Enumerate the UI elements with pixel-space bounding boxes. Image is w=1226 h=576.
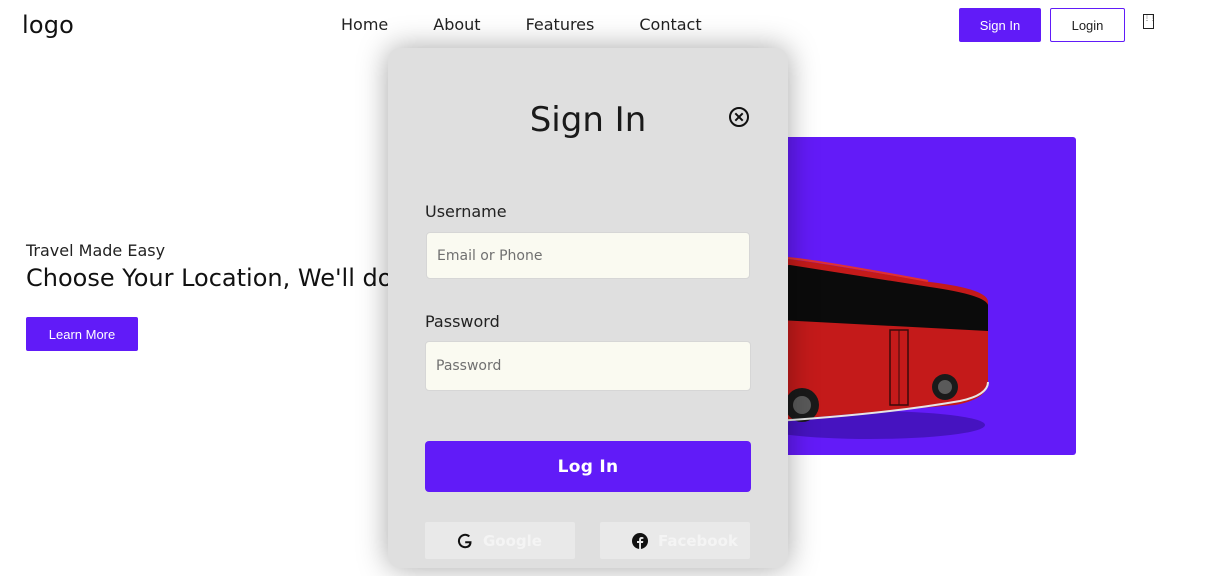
hero-image (760, 137, 1076, 455)
google-label: Google (483, 531, 542, 550)
close-icon[interactable] (728, 106, 750, 128)
hero-subtitle: Travel Made Easy (26, 241, 166, 260)
facebook-label: Facebook (658, 531, 738, 550)
hero-title: Choose Your Location, We'll do (26, 264, 393, 292)
learn-more-button[interactable]: Learn More (26, 317, 138, 351)
google-icon (457, 533, 472, 548)
password-label: Password (425, 312, 500, 331)
username-label: Username (425, 202, 507, 221)
bus-illustration-icon (760, 256, 989, 439)
log-in-button[interactable]: Log In (425, 441, 751, 492)
password-input[interactable] (425, 341, 751, 391)
sign-in-button[interactable]: Sign In (959, 8, 1041, 42)
facebook-icon (632, 532, 648, 549)
username-input[interactable] (426, 232, 750, 279)
logo[interactable]: logo (22, 11, 74, 39)
nav-features[interactable]: Features (526, 15, 595, 34)
nav-home[interactable]: Home (341, 15, 388, 34)
sign-in-modal: Sign In Username Password Log In Google … (388, 48, 788, 568)
login-button[interactable]: Login (1050, 8, 1125, 42)
nav-contact[interactable]: Contact (639, 15, 701, 34)
main-nav: Home About Features Contact (341, 15, 702, 34)
facebook-login-button[interactable]: Facebook (600, 522, 750, 559)
google-login-button[interactable]: Google (425, 522, 575, 559)
nav-about[interactable]: About (433, 15, 480, 34)
theme-toggle-icon[interactable]: ⋮⋮ (1143, 14, 1156, 29)
